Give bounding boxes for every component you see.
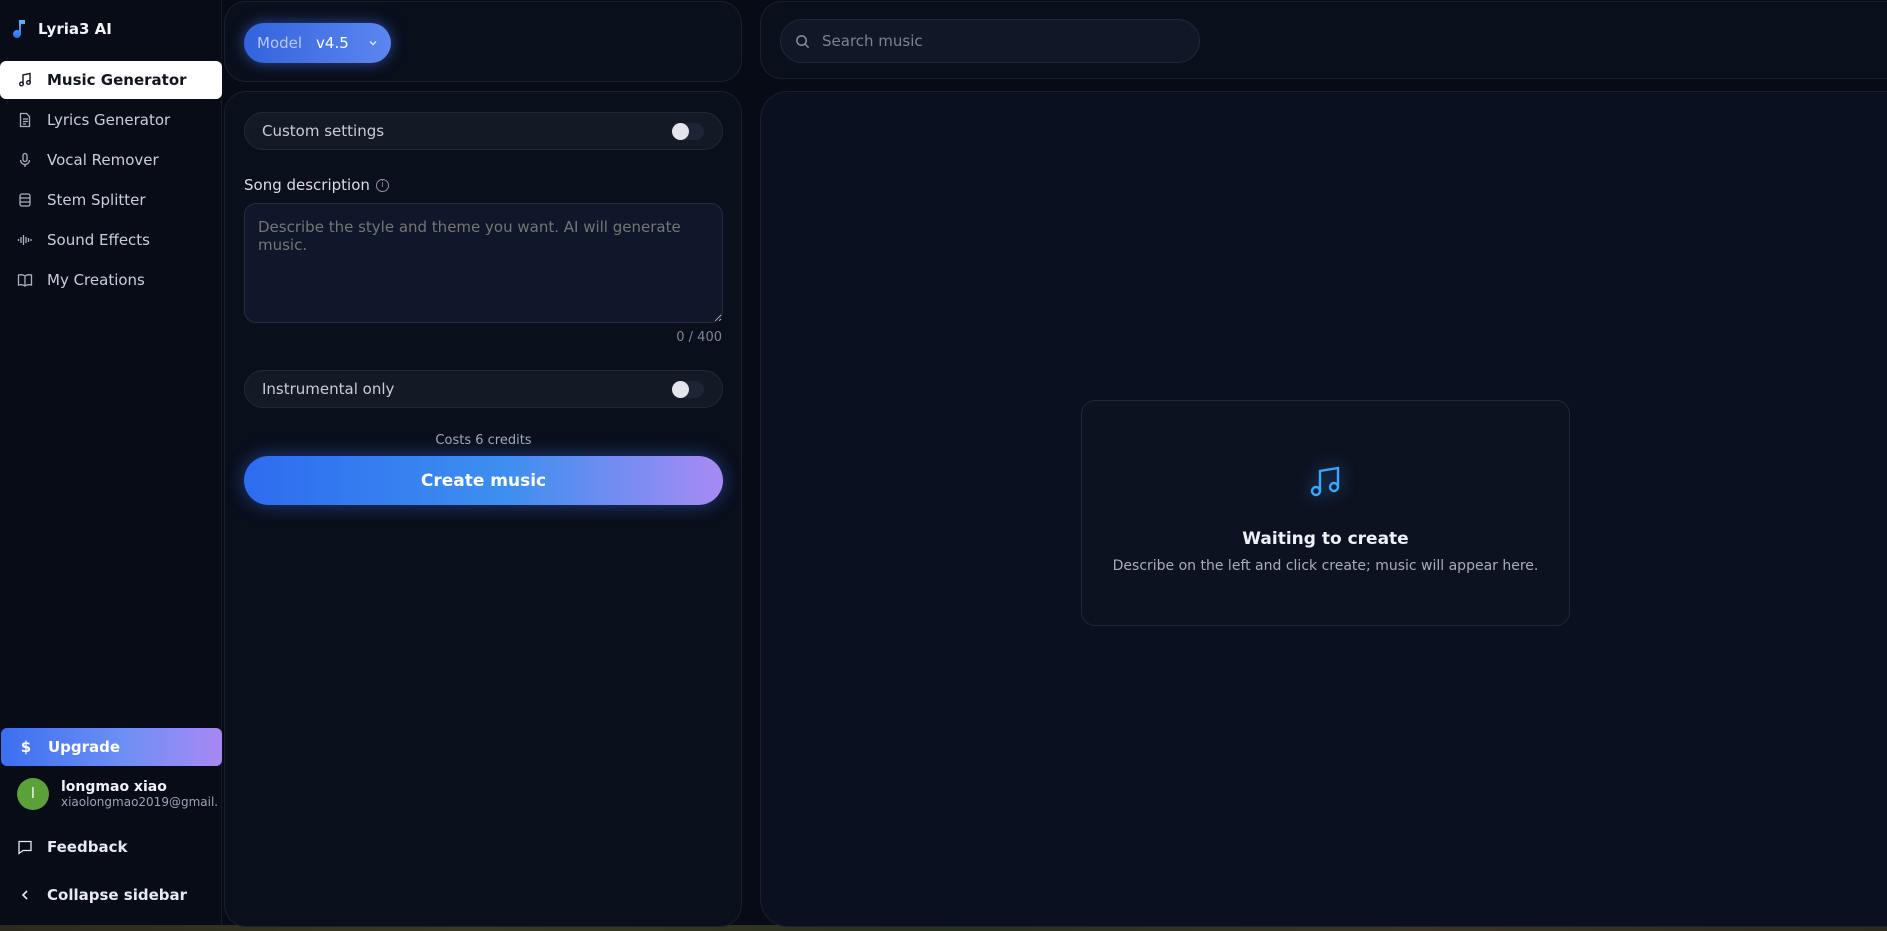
model-value: v4.5 xyxy=(316,34,349,52)
sidebar-item-label: Music Generator xyxy=(47,71,187,89)
chat-bubble-icon xyxy=(18,840,32,855)
stem-split-icon xyxy=(19,193,31,207)
sidebar-item-label: Lyrics Generator xyxy=(47,111,171,129)
feedback-label: Feedback xyxy=(47,838,128,856)
instrumental-label: Instrumental only xyxy=(262,380,395,398)
app-name: Lyria3 AI xyxy=(38,20,112,38)
empty-state-title: Waiting to create xyxy=(1242,529,1409,549)
sidebar: Lyria3 AI Music Generator Lyrics Generat… xyxy=(0,0,222,925)
sidebar-item-label: Vocal Remover xyxy=(47,151,159,169)
search-input[interactable]: Search music xyxy=(780,19,1200,63)
model-select[interactable]: Model v4.5 xyxy=(244,23,391,63)
sidebar-item-vocal-remover[interactable]: Vocal Remover xyxy=(0,141,222,179)
user-name: longmao xiao xyxy=(61,779,167,795)
sidebar-item-lyrics-generator[interactable]: Lyrics Generator xyxy=(0,101,222,139)
user-email: xiaolongmao2019@gmail. xyxy=(61,795,219,809)
sidebar-item-sound-effects[interactable]: Sound Effects xyxy=(0,221,222,259)
collapse-sidebar-button[interactable]: Collapse sidebar xyxy=(0,876,222,914)
sidebar-item-stem-splitter[interactable]: Stem Splitter xyxy=(0,181,222,219)
model-card: Model v4.5 xyxy=(224,1,742,82)
song-description-label: Song description i xyxy=(244,176,389,194)
generator-form: Custom settings Song description i 0 / 4… xyxy=(224,91,742,927)
sidebar-item-label: My Creations xyxy=(47,271,145,289)
sidebar-item-label: Stem Splitter xyxy=(47,191,146,209)
empty-state: Waiting to create Describe on the left a… xyxy=(1081,400,1570,626)
document-icon xyxy=(19,112,31,128)
avatar: l xyxy=(17,778,49,810)
model-label: Model xyxy=(257,34,303,52)
search-icon xyxy=(796,34,810,48)
output-panel: Waiting to create Describe on the left a… xyxy=(760,91,1887,927)
waveform-icon xyxy=(17,235,32,245)
instrumental-toggle[interactable] xyxy=(672,380,704,398)
info-icon[interactable]: i xyxy=(375,178,389,192)
upgrade-button[interactable]: $ Upgrade xyxy=(1,728,222,766)
music-note-icon xyxy=(19,72,31,87)
create-music-button[interactable]: Create music xyxy=(244,456,723,505)
music-note-logo-icon xyxy=(13,20,25,38)
instrumental-only-row: Instrumental only xyxy=(244,370,723,408)
brand[interactable]: Lyria3 AI xyxy=(12,17,112,41)
chevron-left-icon xyxy=(21,890,28,900)
song-description-input[interactable] xyxy=(244,203,723,323)
dollar-icon: $ xyxy=(20,738,32,756)
search-placeholder: Search music xyxy=(822,32,923,50)
book-icon xyxy=(17,274,33,287)
credits-cost: Costs 6 credits xyxy=(435,433,532,448)
empty-state-subtitle: Describe on the left and click create; m… xyxy=(1112,558,1539,574)
custom-settings-toggle[interactable] xyxy=(672,122,704,140)
feedback-button[interactable]: Feedback xyxy=(0,828,222,866)
user-profile[interactable]: l longmao xiao xiaolongmao2019@gmail. xyxy=(17,774,222,814)
character-count: 0 / 400 xyxy=(676,330,722,345)
upgrade-label: Upgrade xyxy=(48,738,121,756)
sidebar-item-label: Sound Effects xyxy=(47,231,150,249)
custom-settings-label: Custom settings xyxy=(262,122,385,140)
song-description-text: Song description xyxy=(244,176,370,194)
sidebar-item-my-creations[interactable]: My Creations xyxy=(0,261,222,299)
music-note-icon xyxy=(1310,466,1340,497)
custom-settings-row: Custom settings xyxy=(244,112,723,150)
chevron-down-icon xyxy=(369,40,377,46)
microphone-icon xyxy=(19,152,31,167)
search-card: Search music xyxy=(760,1,1887,79)
sidebar-item-music-generator[interactable]: Music Generator xyxy=(0,61,222,99)
sidebar-nav: Music Generator Lyrics Generator Vocal R… xyxy=(0,61,222,301)
collapse-label: Collapse sidebar xyxy=(47,886,188,904)
